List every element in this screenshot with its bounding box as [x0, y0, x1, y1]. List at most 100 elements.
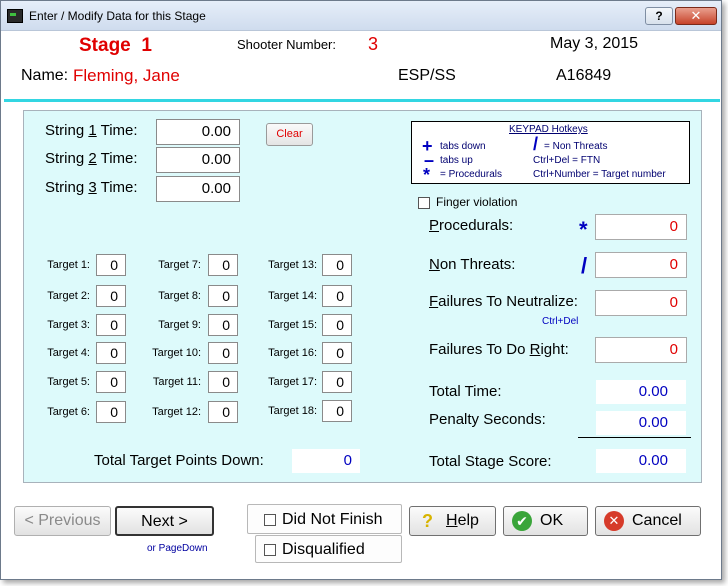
target-12-label: Target 12: — [152, 406, 201, 418]
target-6-label: Target 6: — [47, 406, 90, 418]
ok-button[interactable]: ✔ OK — [503, 506, 588, 536]
stage-label: Stage — [79, 35, 131, 56]
shooter-number-value: 3 — [368, 34, 379, 54]
target-9-label: Target 9: — [158, 319, 201, 331]
member-id: A16849 — [556, 67, 612, 84]
target-13-input[interactable]: 0 — [322, 254, 352, 276]
ftn-hint: Ctrl+Del — [542, 316, 579, 327]
target-16-input[interactable]: 0 — [322, 342, 352, 364]
ok-label: OK — [540, 512, 564, 529]
stage-score-label: Total Stage Score: — [429, 453, 552, 470]
next-button[interactable]: Next > — [115, 506, 214, 536]
help-title-button[interactable]: ? — [645, 7, 673, 25]
target-15-label: Target 15: — [268, 319, 317, 331]
target-8-input[interactable]: 0 — [208, 285, 238, 307]
hotkeys-title: KEYPAD Hotkeys — [509, 124, 588, 135]
ctrl-number-hotkey-text: Ctrl+Number = Target number — [533, 169, 666, 180]
non-threats-label: Non Threats: — [429, 256, 516, 273]
target-18-input[interactable]: 0 — [322, 400, 352, 422]
dq-label: Disqualified — [282, 541, 365, 558]
ctrl-del-hotkey-text: Ctrl+Del = FTN — [533, 155, 601, 166]
target-14-label: Target 14: — [268, 290, 317, 302]
window-title: Enter / Modify Data for this Stage — [29, 9, 206, 23]
stage-score-value: 0.00 — [596, 449, 686, 473]
slash-hotkey-text: = Non Threats — [544, 141, 608, 152]
title-bar: Enter / Modify Data for this Stage ? ✕ — [1, 1, 721, 31]
match-date: May 3, 2015 — [550, 35, 639, 52]
procedurals-label: Procedurals: — [429, 217, 514, 234]
shooter-number-label: Shooter Number: — [237, 37, 336, 52]
ftn-input[interactable]: 0 — [595, 290, 687, 316]
target-17-label: Target 17: — [268, 376, 317, 388]
help-button[interactable]: ? Help — [409, 506, 496, 536]
target-2-label: Target 2: — [47, 290, 90, 302]
dq-checkbox[interactable]: Disqualified — [255, 535, 402, 563]
total-time-value: 0.00 — [596, 380, 686, 404]
target-4-label: Target 4: — [47, 347, 90, 359]
string-2-label: String 2 Time: — [45, 150, 138, 167]
target-15-input[interactable]: 0 — [322, 314, 352, 336]
target-13-label: Target 13: — [268, 259, 317, 271]
dnf-label: Did Not Finish — [282, 511, 383, 528]
string-2-time-input[interactable]: 0.00 — [156, 147, 240, 173]
app-icon — [7, 9, 23, 23]
string-1-time-input[interactable]: 0.00 — [156, 119, 240, 145]
total-points-value: 0 — [292, 449, 360, 473]
finger-violation-label: Finger violation — [436, 195, 518, 209]
target-1-label: Target 1: — [47, 259, 90, 271]
procedurals-input[interactable]: 0 — [595, 214, 687, 240]
target-12-input[interactable]: 0 — [208, 401, 238, 423]
ftdr-label: Failures To Do Right: — [429, 341, 569, 358]
target-10-label: Target 10: — [152, 347, 201, 359]
slash-symbol: / — [533, 134, 539, 154]
target-3-label: Target 3: — [47, 319, 90, 331]
score-divider-line — [578, 437, 691, 438]
procedurals-star-icon: * — [579, 217, 588, 242]
string-3-label: String 3 Time: — [45, 179, 138, 196]
close-button[interactable]: ✕ — [675, 7, 717, 25]
minus-hotkey-text: tabs up — [440, 155, 473, 166]
stage-data-dialog: Enter / Modify Data for this Stage ? ✕ S… — [0, 0, 722, 580]
target-7-input[interactable]: 0 — [208, 254, 238, 276]
non-threats-slash-icon: / — [581, 253, 588, 278]
stage-number: 1 — [141, 35, 152, 56]
target-17-input[interactable]: 0 — [322, 371, 352, 393]
keypad-hotkeys-box: KEYPAD Hotkeys + tabs down – tabs up * =… — [411, 121, 690, 184]
target-11-input[interactable]: 0 — [208, 371, 238, 393]
finger-violation-checkbox[interactable]: Finger violation — [418, 195, 517, 209]
ftdr-input[interactable]: 0 — [595, 337, 687, 363]
total-points-label: Total Target Points Down: — [94, 452, 264, 469]
finger-violation-box[interactable] — [418, 196, 430, 209]
penalty-seconds-label: Penalty Seconds: — [429, 411, 546, 428]
cancel-button[interactable]: ✕ Cancel — [595, 506, 701, 536]
header-divider — [4, 99, 720, 102]
dq-row: Disqualified — [264, 541, 365, 559]
ok-check-icon: ✔ — [512, 511, 532, 531]
stage-title: Stage 1 — [79, 35, 152, 57]
cancel-x-icon: ✕ — [604, 511, 624, 531]
target-5-label: Target 5: — [47, 376, 90, 388]
ftn-label: Failures To Neutralize: — [429, 293, 578, 310]
target-7-label: Target 7: — [158, 259, 201, 271]
non-threats-input[interactable]: 0 — [595, 252, 687, 278]
star-hotkey-text: = Procedurals — [440, 169, 502, 180]
string-3-time-input[interactable]: 0.00 — [156, 176, 240, 202]
help-label: Help — [446, 512, 479, 529]
previous-button[interactable]: < Previous — [14, 506, 111, 536]
help-question-icon: ? — [422, 511, 433, 531]
cancel-label: Cancel — [632, 512, 682, 529]
target-9-input[interactable]: 0 — [208, 314, 238, 336]
target-10-input[interactable]: 0 — [208, 342, 238, 364]
target-16-label: Target 16: — [268, 347, 317, 359]
name-label: Name: — [21, 67, 69, 84]
penalty-seconds-value: 0.00 — [596, 411, 686, 435]
dnf-checkbox[interactable]: Did Not Finish — [247, 504, 402, 534]
dnf-row: Did Not Finish — [264, 511, 382, 529]
division-class: ESP/SS — [398, 67, 456, 84]
dq-box[interactable] — [264, 543, 276, 556]
star-symbol: * — [423, 165, 431, 185]
target-14-input[interactable]: 0 — [322, 285, 352, 307]
dnf-box[interactable] — [264, 513, 276, 526]
clear-button[interactable]: Clear — [266, 123, 313, 146]
target-11-label: Target 11: — [152, 376, 201, 388]
